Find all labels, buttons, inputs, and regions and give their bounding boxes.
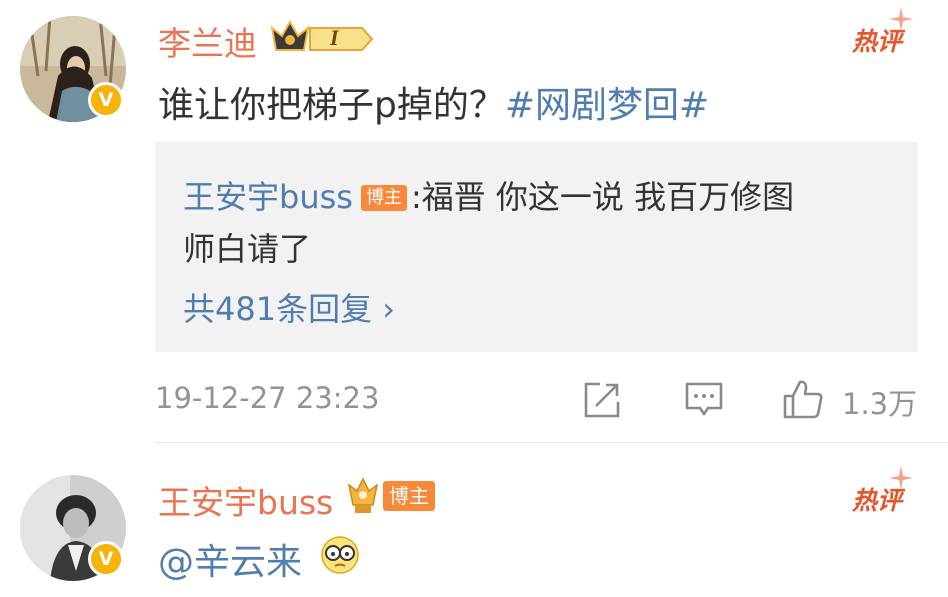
- topic-link[interactable]: #网剧梦回#: [505, 85, 709, 126]
- like-count: 1.3万: [842, 387, 918, 421]
- username[interactable]: 李兰迪: [158, 17, 257, 65]
- comment-icon[interactable]: [684, 380, 724, 420]
- crown-icon: [270, 19, 374, 51]
- comment-item: V 王安宇buss 博主 热评 @辛云来: [0, 443, 948, 597]
- blogger-badge: 博主: [343, 475, 443, 517]
- glasses-emoji-icon: [321, 536, 359, 574]
- comment-item: V 李兰迪 I 热评 谁让你把梯子p掉的？#网剧梦回# 王安宇buss 博主:福晋…: [0, 0, 948, 443]
- reply-line: 王安宇buss 博主:福晋 你这一说 我百万修图: [183, 172, 794, 218]
- reply-text-continued: 师白请了: [183, 230, 312, 268]
- username[interactable]: 王安宇buss: [158, 476, 333, 524]
- comment-text: 谁让你把梯子p掉的？#网剧梦回#: [158, 76, 709, 128]
- reply-username[interactable]: 王安宇buss: [183, 178, 353, 216]
- sparkle-icon: [889, 7, 913, 31]
- reply-text: :福晋 你这一说 我百万修图: [410, 178, 795, 216]
- like-icon[interactable]: [782, 378, 824, 420]
- share-icon[interactable]: [582, 380, 622, 420]
- verified-badge: V: [88, 541, 124, 577]
- blogger-tag: 博主: [360, 185, 407, 211]
- timestamp: 19-12-27 23:23: [155, 381, 380, 415]
- comment-body: 谁让你把梯子p掉的？: [158, 85, 505, 126]
- level-badge: I: [270, 16, 374, 56]
- level-text: I: [330, 25, 339, 50]
- blogger-tag: 博主: [383, 481, 435, 511]
- more-replies-link[interactable]: 共481条回复 ›: [183, 284, 395, 330]
- sparkle-icon: [889, 466, 913, 490]
- reply-preview[interactable]: 王安宇buss 博主:福晋 你这一说 我百万修图 师白请了 共481条回复 ›: [155, 142, 918, 352]
- comment-text: @辛云来: [158, 533, 302, 585]
- mention-link[interactable]: @辛云来: [158, 542, 302, 583]
- reply-line-2: 师白请了: [183, 224, 311, 270]
- verified-badge: V: [88, 82, 124, 118]
